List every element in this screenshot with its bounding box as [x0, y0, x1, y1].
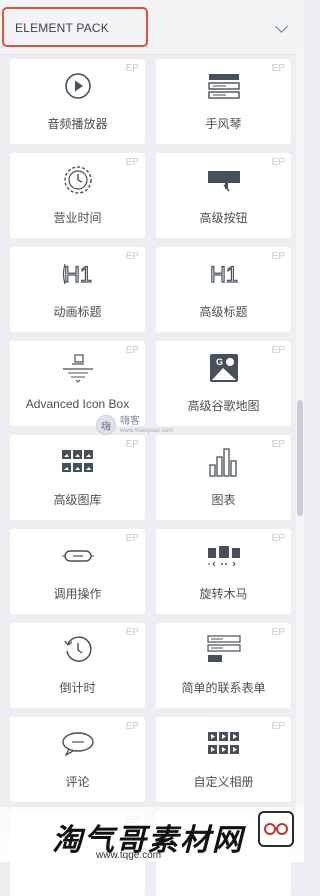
widget-label: 高级标题 — [199, 305, 248, 319]
svg-text:H1: H1 — [209, 262, 237, 287]
advanced-heading-icon: H1 — [207, 259, 241, 289]
business-hours-icon — [61, 165, 95, 195]
scrollbar-track[interactable] — [296, 54, 304, 862]
comment-icon — [61, 729, 95, 759]
widget-tile-custom-gallery[interactable]: EP 自定义相册 — [156, 717, 291, 802]
widget-label: 图表 — [211, 493, 236, 507]
widget-label: 高级按钮 — [199, 211, 248, 225]
section-title: ELEMENT PACK — [15, 21, 109, 35]
widget-label: 高级谷歌地图 — [187, 399, 260, 413]
call-to-action-icon — [61, 541, 95, 571]
widget-tile-advanced-heading[interactable]: EP H1 高级标题 — [156, 247, 291, 332]
countdown-icon — [61, 635, 95, 665]
watermark-bottom: 淘气哥素材网 www.tqge.com — [0, 807, 304, 862]
widget-tile-comment[interactable]: EP 评论 — [10, 717, 145, 802]
ep-badge: EP — [125, 627, 139, 638]
widget-tile-audio-player[interactable]: EP 音频播放器 — [10, 59, 145, 144]
ep-badge: EP — [271, 439, 285, 450]
widget-label: 旋转木马 — [199, 587, 248, 601]
ep-badge: EP — [125, 721, 139, 732]
ep-badge: EP — [125, 63, 139, 74]
scrollbar-thumb[interactable] — [297, 400, 303, 516]
ep-badge: EP — [125, 439, 139, 450]
widget-label: 简单的联系表单 — [181, 681, 266, 695]
watermark-url: www.tqge.com — [96, 850, 162, 861]
widget-tile-business-hours[interactable]: EP 营业时间 — [10, 153, 145, 238]
contact-form-icon — [206, 635, 241, 665]
ep-badge: EP — [125, 345, 139, 356]
widget-tile-animated-heading[interactable]: EP H1 动画标题 — [10, 247, 145, 332]
svg-text:G: G — [216, 357, 223, 367]
widget-tile-advanced-gallery[interactable]: EP 高级图库 — [10, 435, 145, 520]
ep-badge: EP — [271, 533, 285, 544]
ep-badge: EP — [271, 627, 285, 638]
widget-label: 自定义相册 — [193, 775, 254, 789]
watermark-badge-icon: 嗨 — [96, 415, 116, 435]
watermark-text: 嗨客 — [120, 415, 140, 427]
widget-tile-chart[interactable]: EP 图表 — [156, 435, 291, 520]
ep-badge: EP — [271, 63, 285, 74]
animated-heading-icon: H1 — [61, 259, 95, 289]
widget-tile-countdown[interactable]: EP 倒计时 — [10, 623, 145, 708]
widget-label: 音频播放器 — [47, 117, 108, 131]
accordion-icon — [207, 71, 241, 101]
ep-badge: EP — [125, 251, 139, 262]
chart-icon — [207, 447, 241, 477]
carousel-icon — [207, 541, 241, 571]
widget-label: Advanced Icon Box — [25, 397, 130, 411]
element-pack-header[interactable]: ELEMENT PACK — [0, 0, 304, 55]
audio-player-icon — [61, 71, 95, 101]
advanced-icon-box-icon — [61, 353, 95, 383]
ep-badge: EP — [271, 345, 285, 356]
glasses-logo-icon — [258, 811, 294, 847]
chevron-down-icon[interactable] — [275, 20, 288, 33]
widget-label: 营业时间 — [53, 211, 102, 225]
svg-text:H1: H1 — [63, 262, 91, 287]
custom-gallery-icon — [207, 729, 241, 759]
widget-label: 高级图库 — [53, 493, 102, 507]
widget-label: 手风琴 — [205, 117, 242, 131]
widget-tile-carousel[interactable]: EP 旋转木马 — [156, 529, 291, 614]
widget-tile-advanced-button[interactable]: EP 高级按钮 — [156, 153, 291, 238]
widget-label: 动画标题 — [53, 305, 102, 319]
widget-tile-call-to-action[interactable]: EP 调用操作 — [10, 529, 145, 614]
widget-tile-accordion[interactable]: EP 手风琴 — [156, 59, 291, 144]
advanced-google-map-icon: G — [207, 353, 241, 383]
ep-badge: EP — [271, 157, 285, 168]
ep-badge: EP — [271, 251, 285, 262]
widget-label: 倒计时 — [59, 681, 96, 695]
ep-badge: EP — [125, 157, 139, 168]
widget-label: 评论 — [65, 775, 90, 789]
widget-tile-contact-form[interactable]: EP 简单的联系表单 — [156, 623, 291, 708]
watermark-center: 嗨 嗨客 www.miaoyuan.com — [96, 413, 206, 437]
widget-label: 调用操作 — [53, 587, 102, 601]
advanced-button-icon — [207, 165, 241, 195]
ep-badge: EP — [271, 721, 285, 732]
watermark-url: www.miaoyuan.com — [120, 427, 174, 434]
ep-badge: EP — [125, 533, 139, 544]
advanced-gallery-icon — [61, 447, 95, 477]
